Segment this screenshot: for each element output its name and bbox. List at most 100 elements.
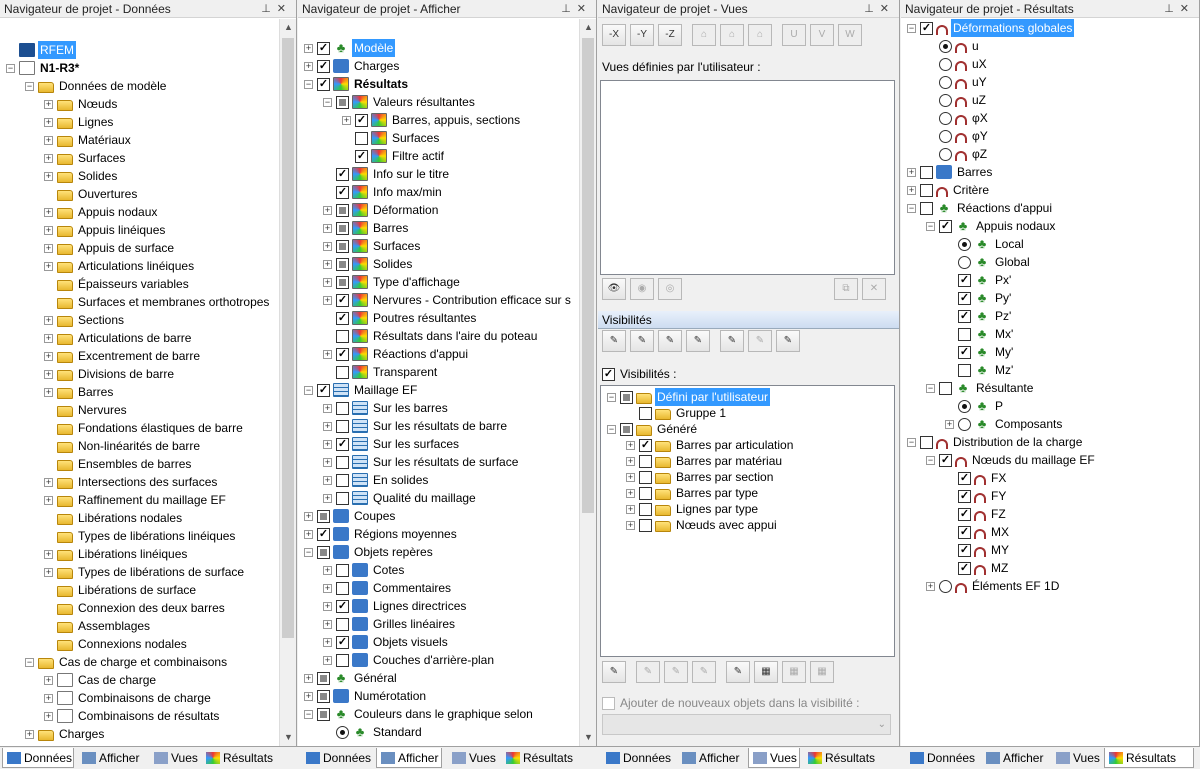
vis-btn-4[interactable]: ✎ xyxy=(686,330,710,352)
tree-item[interactable]: − Distribution de la charge xyxy=(907,433,1084,451)
expand-icon[interactable]: + xyxy=(323,457,332,467)
expand-icon[interactable]: + xyxy=(304,61,313,71)
expand-icon[interactable]: + xyxy=(907,167,916,177)
checkbox[interactable] xyxy=(336,203,349,217)
tree-item[interactable]: Fondations élastiques de barre xyxy=(44,419,245,437)
tab-resultats-1[interactable]: Résultats xyxy=(202,748,273,768)
checkbox[interactable] xyxy=(920,201,933,215)
checkbox[interactable] xyxy=(317,707,330,721)
tree-item[interactable]: + Nœuds avec appui xyxy=(626,516,779,534)
tab-afficher-1[interactable]: Afficher xyxy=(78,748,139,768)
tree-item[interactable]: + Qualité du maillage xyxy=(323,489,478,507)
checkbox[interactable]: ✓ xyxy=(958,561,971,575)
tree-item[interactable]: ✓ ♣ Px' xyxy=(945,271,1013,289)
tree-item[interactable]: + Sections xyxy=(44,311,126,329)
expand-icon[interactable]: + xyxy=(44,153,53,163)
tree-item[interactable]: − ✓ Maillage EF xyxy=(304,381,419,399)
expand-icon[interactable]: + xyxy=(323,655,332,665)
tree-item[interactable]: + En solides xyxy=(323,471,430,489)
checkbox[interactable] xyxy=(639,470,652,484)
expand-icon[interactable]: + xyxy=(323,205,332,215)
checkbox[interactable] xyxy=(336,473,349,487)
tree-item[interactable]: − ✓ Déformations globales xyxy=(907,19,1076,38)
tree-item[interactable]: − Données de modèle xyxy=(25,77,168,95)
tree-item[interactable]: ✓ Info sur le titre xyxy=(323,165,451,183)
tree-item[interactable]: Libérations nodales xyxy=(44,509,184,527)
tree-item[interactable]: ✓ Filtre actif xyxy=(342,147,446,165)
expand-icon[interactable]: + xyxy=(907,185,916,195)
view-iso2-button[interactable]: ⌂ xyxy=(720,24,744,46)
view-iso3-button[interactable]: ⌂ xyxy=(748,24,772,46)
radio-button[interactable] xyxy=(939,129,952,143)
checkbox[interactable] xyxy=(336,617,349,631)
tab-resultats-2[interactable]: Résultats xyxy=(502,748,573,768)
radio-button[interactable] xyxy=(939,57,952,71)
checkbox[interactable] xyxy=(336,365,349,379)
checkbox[interactable] xyxy=(336,653,349,667)
tree-item[interactable]: + Articulations de barre xyxy=(44,329,193,347)
checkbox[interactable] xyxy=(336,563,349,577)
tree-item[interactable]: + Éléments EF 1D xyxy=(926,577,1061,595)
visibilities-checkbox[interactable]: ✓ xyxy=(602,367,615,381)
panel-pin-close-icon[interactable]: ⊥✕ xyxy=(561,0,592,18)
vis-btn-2[interactable]: ✎ xyxy=(630,330,654,352)
tree-item[interactable]: RFEM xyxy=(6,40,77,60)
tree-item[interactable]: + Numérotation xyxy=(304,687,428,705)
expand-icon[interactable]: + xyxy=(44,261,53,271)
checkbox[interactable] xyxy=(355,131,368,145)
tree-item[interactable]: φY xyxy=(926,127,990,145)
checkbox[interactable]: ✓ xyxy=(336,293,349,307)
collapse-icon[interactable]: − xyxy=(926,221,935,231)
checkbox[interactable] xyxy=(336,455,349,469)
collapse-icon[interactable]: − xyxy=(25,657,34,667)
tab-resultats-3[interactable]: Résultats xyxy=(804,748,875,768)
tree-item[interactable]: + ✓ Objets visuels xyxy=(323,633,450,651)
checkbox[interactable] xyxy=(639,406,652,420)
checkbox[interactable]: ✓ xyxy=(639,438,652,452)
scroll-thumb[interactable] xyxy=(582,38,594,513)
radio-button[interactable] xyxy=(958,417,971,431)
checkbox[interactable]: ✓ xyxy=(336,635,349,649)
tree-item[interactable]: + Surfaces xyxy=(323,237,422,255)
scroll-down-icon[interactable]: ▼ xyxy=(280,729,296,746)
tree-item[interactable]: + ♣ Général xyxy=(304,669,399,687)
expand-icon[interactable]: + xyxy=(323,295,332,305)
checkbox[interactable] xyxy=(336,221,349,235)
tree-item[interactable]: Connexions nodales xyxy=(44,635,189,653)
expand-icon[interactable]: + xyxy=(626,440,635,450)
checkbox[interactable] xyxy=(639,502,652,516)
vis-bottom-8[interactable]: ▦ xyxy=(810,661,834,683)
radio-button[interactable] xyxy=(958,255,971,269)
tree-item[interactable]: Libérations de surface xyxy=(44,581,198,599)
expand-icon[interactable]: + xyxy=(304,511,313,521)
radio-button[interactable] xyxy=(958,237,971,251)
collapse-icon[interactable]: − xyxy=(304,547,313,557)
tree-item[interactable]: − N1-R3* xyxy=(6,59,81,77)
tree-item[interactable]: + Lignes xyxy=(44,113,115,131)
tree-item[interactable]: + Sur les résultats de surface xyxy=(323,453,520,471)
tree-item[interactable]: ♣ P xyxy=(945,397,1005,415)
expand-icon[interactable]: + xyxy=(323,403,332,413)
collapse-icon[interactable]: − xyxy=(323,97,332,107)
collapse-icon[interactable]: − xyxy=(607,392,616,402)
panel-pin-close-icon[interactable]: ⊥✕ xyxy=(261,0,292,18)
vis-bottom-3[interactable]: ✎ xyxy=(664,661,688,683)
tree-item[interactable]: + Sur les barres xyxy=(323,399,450,417)
expand-icon[interactable]: + xyxy=(44,495,53,505)
tree-item[interactable]: uZ xyxy=(926,91,988,109)
checkbox[interactable]: ✓ xyxy=(958,273,971,287)
checkbox[interactable] xyxy=(958,327,971,341)
view-z-button[interactable]: -Z xyxy=(658,24,682,46)
tree-item[interactable]: + ✓ Barres, appuis, sections xyxy=(342,111,522,129)
checkbox[interactable]: ✓ xyxy=(336,167,349,181)
tree-item[interactable]: + Barres xyxy=(323,219,410,237)
tab-vues-2[interactable]: Vues xyxy=(448,748,496,768)
expand-icon[interactable]: + xyxy=(323,493,332,503)
checkbox[interactable] xyxy=(639,486,652,500)
tree-item[interactable]: + Cas de charge xyxy=(44,671,158,689)
checkbox[interactable] xyxy=(336,239,349,253)
expand-icon[interactable]: + xyxy=(323,637,332,647)
scroll-down-icon[interactable]: ▼ xyxy=(580,729,596,746)
tree-item[interactable]: ♣ Global xyxy=(945,253,1032,271)
vis-btn-5[interactable]: ✎ xyxy=(720,330,744,352)
